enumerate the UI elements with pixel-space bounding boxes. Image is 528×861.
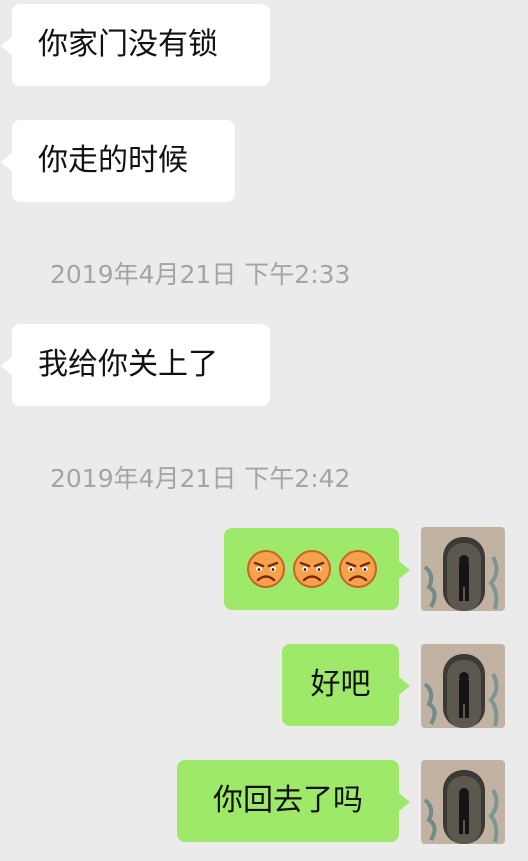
timestamp: 2019年4月21日 下午2:33: [50, 260, 351, 289]
avatar[interactable]: [421, 760, 505, 844]
outgoing-message-bubble[interactable]: 你回去了吗: [177, 760, 410, 842]
angry-face-icon: [292, 550, 331, 588]
incoming-message-bubble[interactable]: 你走的时候: [1, 120, 235, 202]
message-text: 你走的时候: [38, 143, 188, 178]
outgoing-message-bubble[interactable]: 好吧: [282, 644, 410, 726]
angry-face-icon: [246, 550, 285, 588]
message-text: 好吧: [310, 667, 371, 702]
timestamp: 2019年4月21日 下午2:42: [50, 464, 351, 493]
avatar[interactable]: [421, 527, 505, 611]
incoming-message-bubble[interactable]: 你家门没有锁: [1, 4, 270, 86]
message-text: 你家门没有锁: [38, 27, 218, 62]
emoji-row: [246, 549, 378, 589]
avatar[interactable]: [421, 644, 505, 728]
message-text: 你回去了吗: [213, 783, 363, 818]
incoming-message-bubble[interactable]: 我给你关上了: [1, 324, 270, 406]
outgoing-message-bubble[interactable]: [224, 528, 410, 610]
angry-face-icon: [338, 550, 377, 588]
message-text: 我给你关上了: [38, 347, 218, 382]
